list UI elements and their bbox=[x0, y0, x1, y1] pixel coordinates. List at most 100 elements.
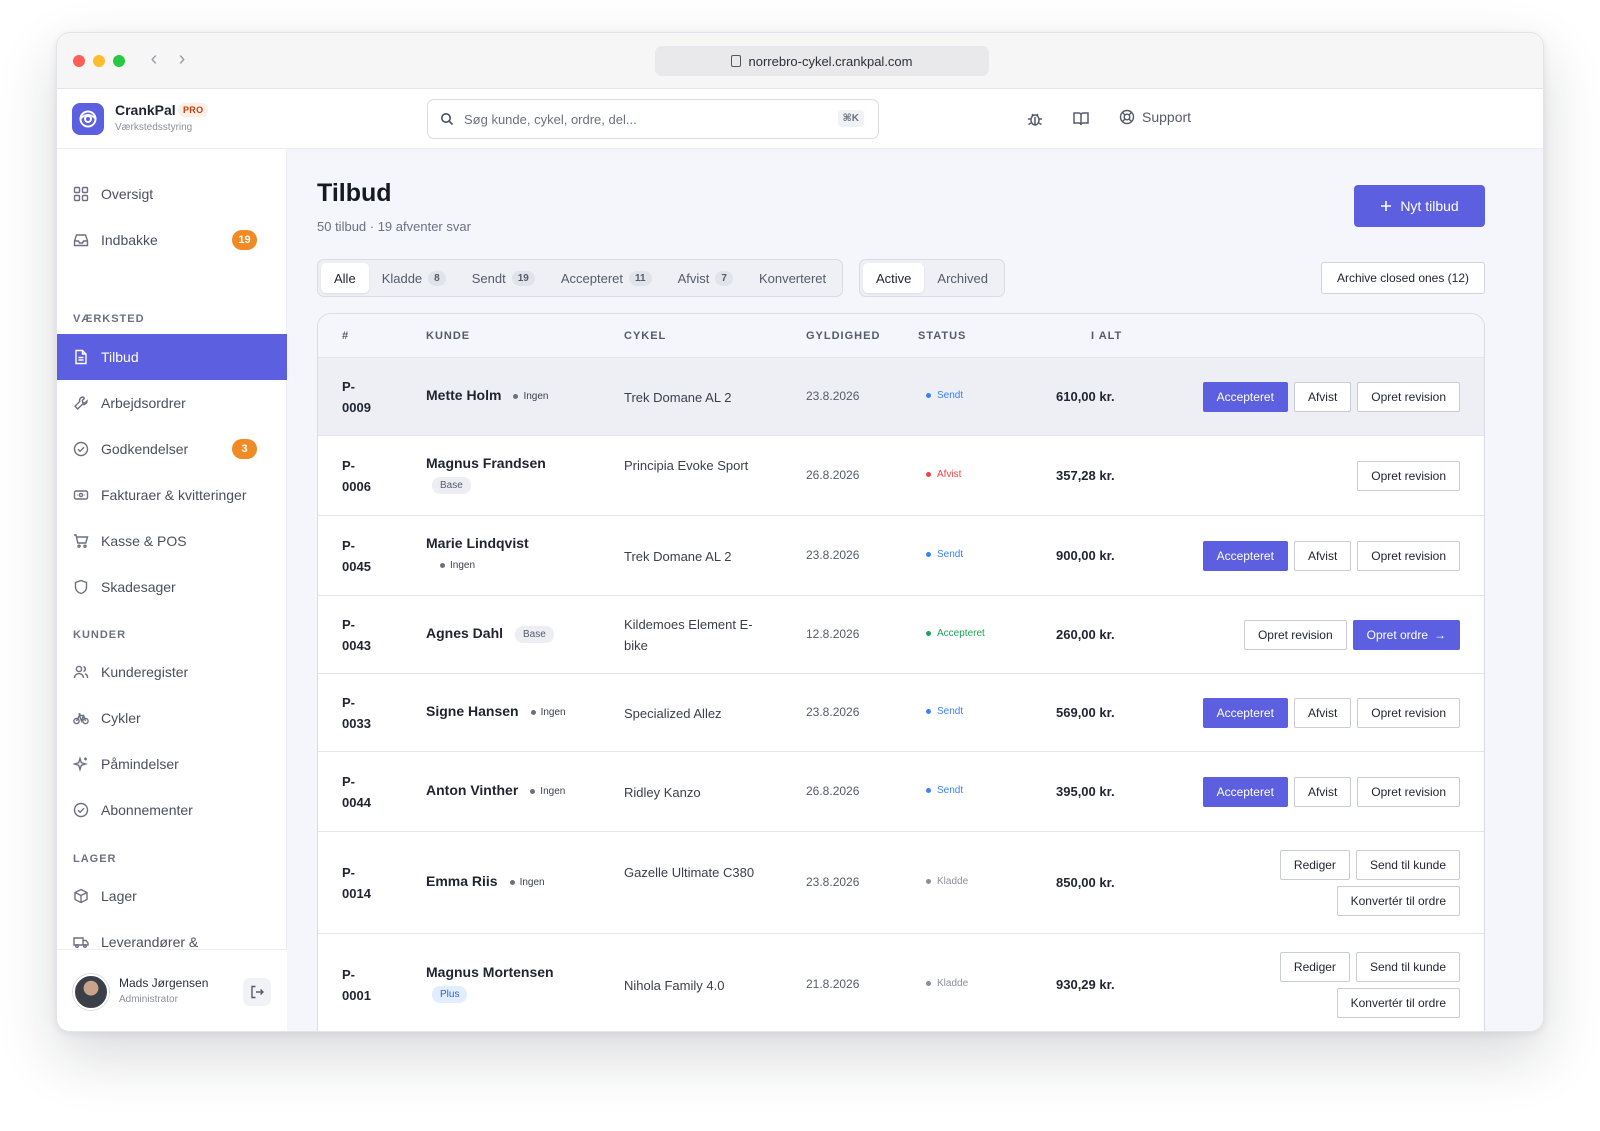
support-link[interactable]: Support bbox=[1119, 109, 1191, 125]
tab-kladde[interactable]: Kladde 8 bbox=[369, 263, 459, 293]
button-label: Konvertér til ordre bbox=[1350, 894, 1446, 908]
column-header-customer[interactable]: KUNDE bbox=[426, 330, 470, 342]
customer-name[interactable]: Marie Lindqvist bbox=[426, 535, 529, 551]
afvist-button[interactable]: Afvist bbox=[1293, 541, 1352, 571]
rediger-button[interactable]: Rediger bbox=[1279, 952, 1350, 982]
opret-revision-button[interactable]: Opret revision bbox=[1357, 541, 1460, 571]
accepteret-button[interactable]: Accepteret bbox=[1202, 698, 1288, 728]
quote-id[interactable]: P- 0043 bbox=[342, 614, 402, 656]
logout-button[interactable] bbox=[243, 978, 271, 1006]
customer-name[interactable]: Mette Holm bbox=[426, 387, 501, 403]
opret-revision-button[interactable]: Opret revision bbox=[1357, 698, 1460, 728]
sidebar-item-indbakke[interactable]: Indbakke 19 bbox=[57, 217, 287, 263]
send-til-kunde-button[interactable]: Send til kunde bbox=[1355, 850, 1460, 880]
quote-id[interactable]: P- 0001 bbox=[342, 964, 402, 1006]
global-search[interactable]: ⌘K bbox=[427, 99, 879, 139]
table-row[interactable]: P- 0001 Magnus Mortensen Plus Nihola Family … bbox=[318, 934, 1484, 1031]
column-header-validity[interactable]: GYLDIGHED bbox=[806, 330, 880, 342]
user-profile[interactable]: Mads Jørgensen Administrator bbox=[57, 949, 287, 1031]
quote-id[interactable]: P- 0014 bbox=[342, 862, 402, 904]
customer-cell[interactable]: Marie Lindqvist Ingen bbox=[426, 535, 529, 571]
sidebar-item-paamindelser[interactable]: Påmindelser bbox=[57, 741, 287, 787]
customer-name[interactable]: Magnus Mortensen bbox=[426, 964, 554, 980]
forward-arrow-icon[interactable]: › bbox=[171, 47, 193, 73]
tab-accepteret[interactable]: Accepteret 11 bbox=[548, 263, 665, 293]
quote-id[interactable]: P- 0006 bbox=[342, 455, 402, 497]
opret-ordre-button[interactable]: Opret ordre → bbox=[1352, 620, 1460, 650]
opret-revision-button[interactable]: Opret revision bbox=[1357, 461, 1460, 491]
sidebar-item-fakturaer[interactable]: Fakturaer & kvitteringer bbox=[57, 472, 287, 518]
tab-archived[interactable]: Archived bbox=[924, 263, 1001, 293]
konvert-r-til-ordre-button[interactable]: Konvertér til ordre bbox=[1336, 886, 1460, 916]
avatar[interactable] bbox=[73, 974, 109, 1010]
sidebar-item-tilbud[interactable]: Tilbud bbox=[57, 334, 287, 380]
table-row[interactable]: P- 0009 Mette Holm Ingen Trek Domane AL 2 23.… bbox=[318, 358, 1484, 436]
column-header-status[interactable]: STATUS bbox=[918, 330, 966, 342]
tab-alle[interactable]: Alle bbox=[321, 263, 369, 293]
bug-report-icon[interactable] bbox=[1025, 109, 1045, 129]
accepteret-button[interactable]: Accepteret bbox=[1202, 382, 1288, 412]
customer-name[interactable]: Anton Vinther bbox=[426, 782, 518, 798]
docs-book-icon[interactable] bbox=[1071, 109, 1091, 129]
sidebar-item-kunderegister[interactable]: Kunderegister bbox=[57, 649, 287, 695]
afvist-button[interactable]: Afvist bbox=[1293, 382, 1352, 412]
user-role: Administrator bbox=[119, 994, 178, 1005]
tab-active[interactable]: Active bbox=[863, 263, 925, 293]
quote-id[interactable]: P- 0045 bbox=[342, 535, 402, 577]
konvert-r-til-ordre-button[interactable]: Konvertér til ordre bbox=[1336, 988, 1460, 1018]
customer-name[interactable]: Agnes Dahl bbox=[426, 625, 503, 641]
customer-cell[interactable]: Mette Holm Ingen bbox=[426, 387, 548, 403]
customer-cell[interactable]: Agnes Dahl Base bbox=[426, 625, 554, 643]
send-til-kunde-button[interactable]: Send til kunde bbox=[1355, 952, 1460, 982]
tab-konverteret[interactable]: Konverteret bbox=[746, 263, 839, 293]
customer-name[interactable]: Magnus Frandsen bbox=[426, 455, 546, 471]
customer-cell[interactable]: Emma Riis Ingen bbox=[426, 873, 545, 889]
quote-id[interactable]: P- 0033 bbox=[342, 692, 402, 734]
rediger-button[interactable]: Rediger bbox=[1279, 850, 1350, 880]
sidebar-item-arbejdsordrer[interactable]: Arbejdsordrer bbox=[57, 380, 287, 426]
back-arrow-icon[interactable]: ‹ bbox=[143, 47, 165, 73]
customer-name[interactable]: Signe Hansen bbox=[426, 703, 519, 719]
table-row[interactable]: P- 0045 Marie Lindqvist Ingen Trek Domane AL… bbox=[318, 516, 1484, 596]
customer-cell[interactable]: Signe Hansen Ingen bbox=[426, 703, 566, 719]
maximize-window-dot[interactable] bbox=[113, 55, 125, 67]
sidebar-item-skadesager[interactable]: Skadesager bbox=[57, 564, 287, 610]
sidebar-item-lager[interactable]: Lager bbox=[57, 873, 287, 919]
afvist-button[interactable]: Afvist bbox=[1293, 777, 1352, 807]
table-row[interactable]: P- 0033 Signe Hansen Ingen Specialized Allez… bbox=[318, 674, 1484, 752]
accepteret-button[interactable]: Accepteret bbox=[1202, 777, 1288, 807]
customer-cell[interactable]: Magnus Mortensen Plus bbox=[426, 964, 554, 1003]
accepteret-button[interactable]: Accepteret bbox=[1202, 541, 1288, 571]
opret-revision-button[interactable]: Opret revision bbox=[1357, 382, 1460, 412]
afvist-button[interactable]: Afvist bbox=[1293, 698, 1352, 728]
quote-id[interactable]: P- 0044 bbox=[342, 771, 402, 813]
sidebar-item-oversigt[interactable]: Oversigt bbox=[57, 171, 287, 217]
opret-revision-button[interactable]: Opret revision bbox=[1357, 777, 1460, 807]
crankpal-logo-icon[interactable] bbox=[72, 103, 104, 135]
customer-name[interactable]: Emma Riis bbox=[426, 873, 498, 889]
close-window-dot[interactable] bbox=[73, 55, 85, 67]
column-header-bike[interactable]: CYKEL bbox=[624, 330, 666, 342]
quote-id[interactable]: P- 0009 bbox=[342, 376, 402, 418]
search-input[interactable] bbox=[464, 111, 824, 127]
table-row[interactable]: P- 0014 Emma Riis Ingen Gazelle Ultimate C38… bbox=[318, 832, 1484, 934]
column-header-total[interactable]: I ALT bbox=[1091, 330, 1122, 342]
sidebar-item-godkendelser[interactable]: Godkendelser 3 bbox=[57, 426, 287, 472]
customer-cell[interactable]: Magnus Frandsen Base bbox=[426, 455, 546, 494]
shield-icon bbox=[74, 579, 88, 595]
tab-afvist[interactable]: Afvist 7 bbox=[665, 263, 746, 293]
tab-sendt[interactable]: Sendt 19 bbox=[459, 263, 548, 293]
minimize-window-dot[interactable] bbox=[93, 55, 105, 67]
sidebar-item-abonnementer[interactable]: Abonnementer bbox=[57, 787, 287, 833]
archive-closed-button[interactable]: Archive closed ones (12) bbox=[1321, 262, 1485, 294]
customer-cell[interactable]: Anton Vinther Ingen bbox=[426, 782, 565, 798]
document-icon bbox=[75, 349, 87, 365]
table-row[interactable]: P- 0006 Magnus Frandsen Base Principia Evoke… bbox=[318, 436, 1484, 516]
table-row[interactable]: P- 0043 Agnes Dahl Base Kildemoes Element E-… bbox=[318, 596, 1484, 674]
new-quote-button[interactable]: Nyt tilbud bbox=[1354, 185, 1485, 227]
opret-revision-button[interactable]: Opret revision bbox=[1243, 620, 1347, 650]
sidebar-item-kasse-pos[interactable]: Kasse & POS bbox=[57, 518, 287, 564]
address-bar[interactable]: norrebro-cykel.crankpal.com bbox=[655, 46, 989, 76]
table-row[interactable]: P- 0044 Anton Vinther Ingen Ridley Kanzo 26.8… bbox=[318, 752, 1484, 832]
sidebar-item-cykler[interactable]: Cykler bbox=[57, 695, 287, 741]
